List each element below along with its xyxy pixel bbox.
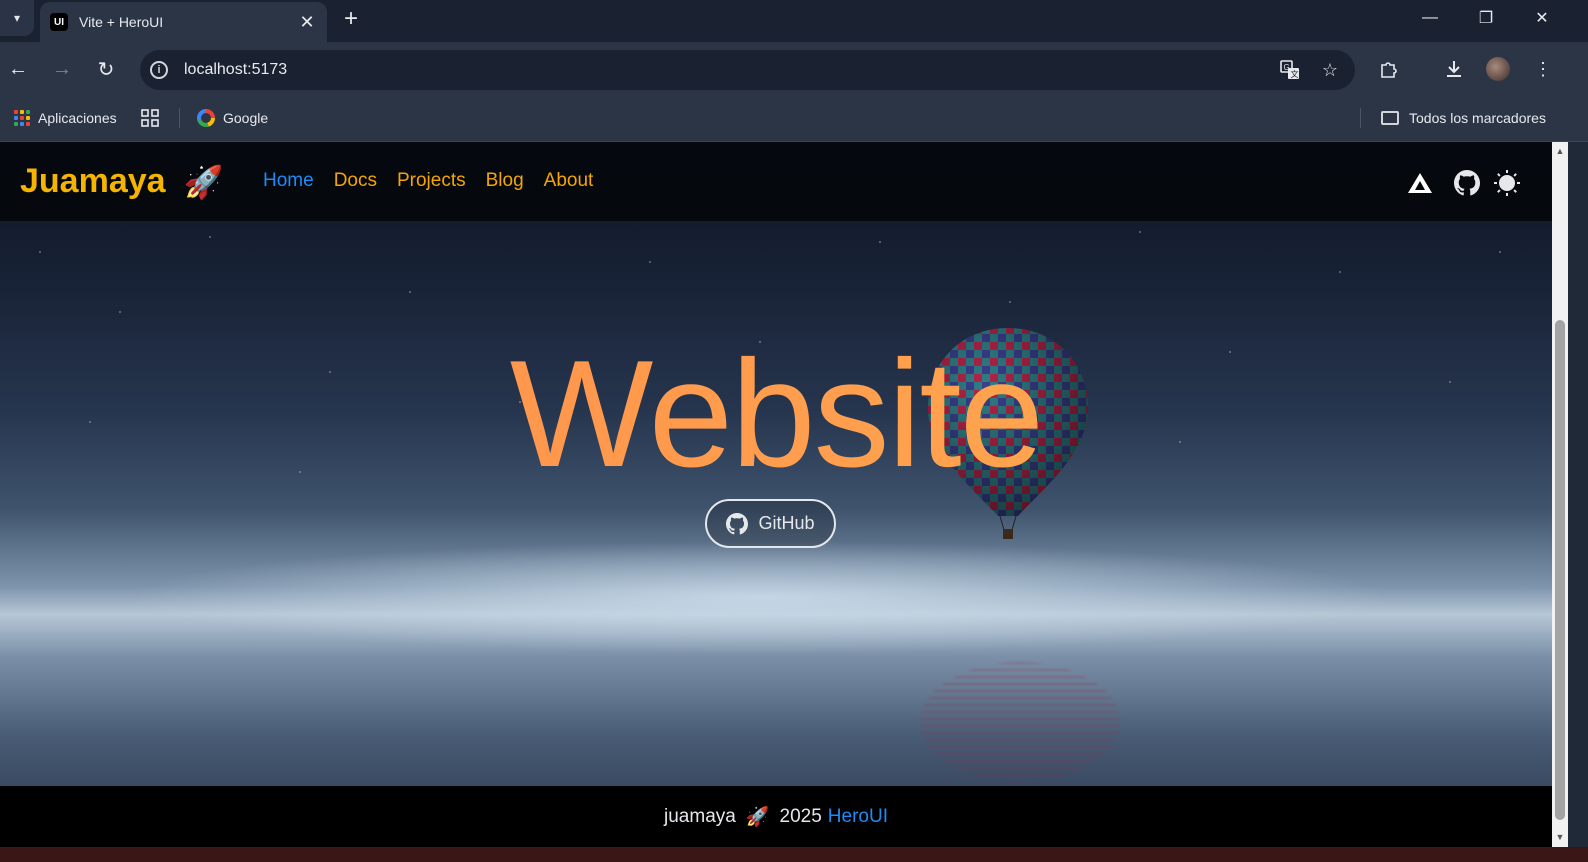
scroll-up-arrow-icon[interactable]: ▲ [1555, 146, 1565, 156]
nav-link-projects[interactable]: Projects [397, 170, 466, 192]
nav-link-docs[interactable]: Docs [334, 170, 377, 192]
site-info-icon[interactable]: i [150, 61, 168, 79]
balloon-reflection [920, 662, 1120, 782]
site-footer: juamaya 🚀 2025 HeroUI [0, 786, 1552, 847]
nav-link-home[interactable]: Home [263, 170, 314, 192]
footer-year: 2025 [779, 805, 822, 827]
google-logo-icon [197, 109, 215, 127]
bookmarks-bar: Aplicaciones Google Todos los marcadores [0, 96, 1588, 142]
download-icon[interactable] [1439, 54, 1469, 84]
reload-icon[interactable]: ↻ [91, 54, 121, 84]
brand-logo[interactable]: Juamaya 🚀 [20, 162, 223, 201]
tab-close-icon[interactable]: ✕ [293, 8, 321, 36]
new-tab-plus-icon[interactable]: + [337, 5, 365, 33]
translate-icon[interactable]: G文 [1275, 55, 1305, 85]
github-button[interactable]: GitHub [705, 499, 836, 548]
hero-title: Website [0, 327, 1552, 502]
bookmark-google[interactable]: Google [197, 106, 268, 130]
github-icon[interactable] [1450, 166, 1484, 200]
tab-favicon: UI [50, 13, 68, 31]
minimize-icon[interactable]: — [1402, 0, 1458, 36]
tab-groups-icon[interactable] [141, 106, 159, 130]
svg-text:文: 文 [1291, 69, 1299, 79]
address-bar[interactable]: i localhost:5173 G文 ☆ [140, 50, 1355, 90]
browser-tab[interactable]: UI Vite + HeroUI ✕ [40, 2, 327, 42]
folder-icon [1381, 111, 1399, 125]
footer-author: juamaya [664, 805, 736, 827]
tab-title: Vite + HeroUI [79, 14, 164, 30]
url-text[interactable]: localhost:5173 [184, 61, 1275, 79]
browser-toolbar: ← → ↻ i localhost:5173 G文 ☆ ⋮ [0, 42, 1588, 96]
taskbar-strip [0, 847, 1588, 862]
vercel-triangle-icon[interactable] [1403, 166, 1437, 200]
bookmark-divider [1360, 108, 1361, 128]
rocket-icon: 🚀 [183, 163, 224, 200]
bookmark-google-label: Google [223, 110, 269, 126]
nav-link-about[interactable]: About [544, 170, 594, 192]
site-navbar: Juamaya 🚀 Home Docs Projects Blog About [0, 142, 1552, 221]
brand-name: Juamaya [20, 162, 166, 200]
rocket-icon: 🚀 [745, 806, 770, 828]
profile-avatar[interactable] [1486, 57, 1510, 81]
scrollbar-thumb[interactable] [1555, 320, 1565, 820]
all-bookmarks-button[interactable]: Todos los marcadores [1381, 106, 1546, 130]
apps-grid-icon [14, 110, 30, 126]
page-scrollbar[interactable]: ▲ ▼ [1552, 142, 1568, 847]
browser-tab-strip: ▾ UI Vite + HeroUI ✕ + — ❐ ✕ [0, 0, 1588, 42]
nav-link-blog[interactable]: Blog [486, 170, 524, 192]
bookmark-apps-label: Aplicaciones [38, 110, 117, 126]
back-arrow-icon[interactable]: ← [3, 54, 33, 84]
nav-links: Home Docs Projects Blog About [263, 170, 593, 192]
extensions-puzzle-icon[interactable] [1374, 54, 1404, 84]
all-bookmarks-label: Todos los marcadores [1409, 110, 1546, 126]
bookmark-star-icon[interactable]: ☆ [1315, 55, 1345, 85]
footer-heroui-link[interactable]: HeroUI [828, 806, 888, 828]
github-button-label: GitHub [758, 513, 815, 533]
theme-toggle-sun-icon[interactable] [1490, 166, 1524, 200]
restore-icon[interactable]: ❐ [1458, 0, 1514, 36]
more-menu-icon[interactable]: ⋮ [1528, 54, 1558, 84]
bookmark-divider [179, 108, 180, 128]
tab-search-chevron-icon[interactable]: ▾ [0, 0, 34, 36]
window-close-icon[interactable]: ✕ [1514, 0, 1570, 36]
forward-arrow-icon[interactable]: → [47, 54, 77, 84]
scroll-down-arrow-icon[interactable]: ▼ [1555, 832, 1565, 842]
bookmark-apps[interactable]: Aplicaciones [14, 106, 117, 130]
github-icon [726, 512, 749, 534]
page-viewport: Juamaya 🚀 Home Docs Projects Blog About [0, 142, 1552, 847]
